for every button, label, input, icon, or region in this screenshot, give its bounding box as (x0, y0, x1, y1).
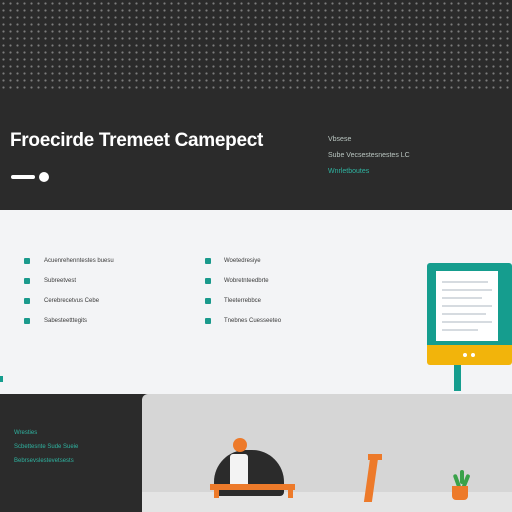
footer-info: Wresties Scbettesnte Sude Sueie Bebrsevs… (0, 394, 140, 512)
desk-leg (214, 488, 219, 498)
footer-line: Scbettesnte Sude Sueie (14, 444, 79, 450)
dotted-pattern (0, 0, 512, 92)
monitor-illustration (427, 263, 512, 365)
feature-item[interactable]: Tnebnes Cuesseeteo (205, 316, 355, 325)
feature-label: Woetedresiye (224, 257, 261, 264)
document-illustration (436, 271, 498, 341)
document-line (442, 281, 488, 283)
feature-item[interactable]: Wobretnteedbrte (205, 276, 355, 285)
feature-item[interactable]: Woetedresiye (205, 256, 355, 265)
desk-leg (288, 488, 293, 498)
hero-info-line: Sube Vecsestesnestes LC (328, 152, 410, 159)
monitor-button (463, 353, 467, 357)
desk-illustration (210, 484, 295, 490)
document-line (442, 305, 492, 307)
person-head (233, 438, 247, 452)
document-line (442, 313, 486, 315)
hero-info-link[interactable]: Wnrletboutes (328, 168, 498, 175)
feature-icon (24, 257, 30, 264)
hero-info: Vbsese Sube Vecsestesnestes LC Wnrletbou… (328, 136, 498, 184)
feature-item[interactable]: Tleeterrebbce (205, 296, 355, 305)
features-section: Acuenrehenntestes buesu Subreetvest Cere… (0, 210, 512, 394)
footer-line: Wresties (14, 430, 38, 436)
feature-item[interactable]: Acuenrehenntestes buesu (24, 256, 174, 265)
feature-label: Tnebnes Cuesseeteo (224, 317, 282, 324)
hero-section: Froecirde Tremeet Camepect Vbsese Sube V… (0, 0, 512, 210)
feature-label: Tleeterrebbce (224, 297, 262, 304)
monitor-button (471, 353, 475, 357)
feature-item[interactable]: Subreetvest (24, 276, 174, 285)
monitor-base (427, 345, 512, 365)
document-line (442, 329, 478, 331)
edge-marker (0, 376, 3, 382)
monitor-stand (454, 365, 461, 391)
slider-track (11, 175, 35, 179)
feature-label: Sabesteetttegits (44, 317, 88, 324)
feature-icon (24, 277, 30, 284)
feature-item[interactable]: Cerebrecetvus Cebe (24, 296, 174, 305)
slider-knob[interactable] (39, 172, 49, 182)
feature-label: Wobretnteedbrte (224, 277, 269, 284)
feature-icon (205, 257, 211, 264)
document-line (442, 289, 492, 291)
document-line (442, 321, 492, 323)
slider-toggle-icon[interactable] (11, 172, 49, 182)
feature-icon (205, 277, 211, 284)
document-line (442, 297, 482, 299)
feature-icon (205, 317, 211, 324)
feature-list-right: Woetedresiye Wobretnteedbrte Tleeterrebb… (205, 256, 355, 336)
footer-line[interactable]: Bebrsevslestevetsests (14, 458, 74, 464)
workspace-illustration (142, 394, 512, 512)
feature-icon (24, 317, 30, 324)
feature-label: Acuenrehenntestes buesu (44, 257, 114, 264)
plant-illustration (452, 486, 468, 500)
feature-label: Cerebrecetvus Cebe (44, 297, 100, 304)
hero-title: Froecirde Tremeet Camepect (10, 130, 264, 151)
hero-info-line: Vbsese (328, 136, 352, 143)
feature-icon (205, 297, 211, 304)
feature-icon (24, 297, 30, 304)
feature-label: Subreetvest (44, 277, 77, 284)
feature-item[interactable]: Sabesteetttegits (24, 316, 174, 325)
feature-list-left: Acuenrehenntestes buesu Subreetvest Cere… (24, 256, 174, 336)
